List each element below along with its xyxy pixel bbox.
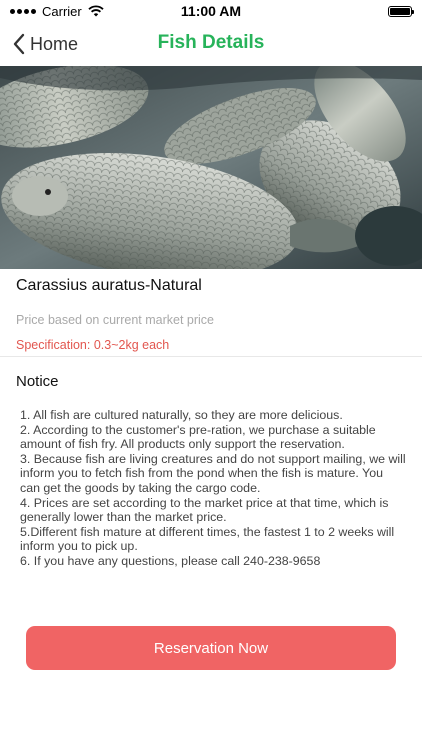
notice-item: 2. According to the customer's pre-ratio… xyxy=(20,422,376,452)
nav-bar: Home Fish Details xyxy=(0,22,422,66)
page-title: Fish Details xyxy=(157,32,265,53)
wifi-icon xyxy=(88,5,104,17)
battery-icon xyxy=(388,5,414,17)
specification: Specification: 0.3~2kg each xyxy=(16,338,170,352)
notice-item: 4. Prices are set according to the marke… xyxy=(20,495,389,525)
notice-title: Notice xyxy=(16,373,59,390)
signal-dots-icon xyxy=(10,8,36,14)
status-left: Carrier xyxy=(10,4,104,19)
notice-item: 5.Different fish mature at different tim… xyxy=(20,524,395,554)
fish-photo xyxy=(0,66,422,269)
notice-body: 1. All fish are cultured naturally, so t… xyxy=(20,408,406,569)
price-note: Price based on current market price xyxy=(16,313,215,327)
notice-item: 6. If you have any questions, please cal… xyxy=(20,553,321,568)
notice-item: 3. Because fish are living creatures and… xyxy=(20,451,406,495)
notice-item: 1. All fish are cultured naturally, so t… xyxy=(20,408,343,422)
reservation-button[interactable]: Reservation Now xyxy=(26,626,396,670)
product-name: Carassius auratus-Natural xyxy=(16,277,202,294)
carrier-label: Carrier xyxy=(42,3,82,19)
product-info: Carassius auratus-Natural Price based on… xyxy=(0,276,422,353)
divider xyxy=(0,356,422,357)
status-bar: Carrier 11:00 AM xyxy=(0,0,422,22)
